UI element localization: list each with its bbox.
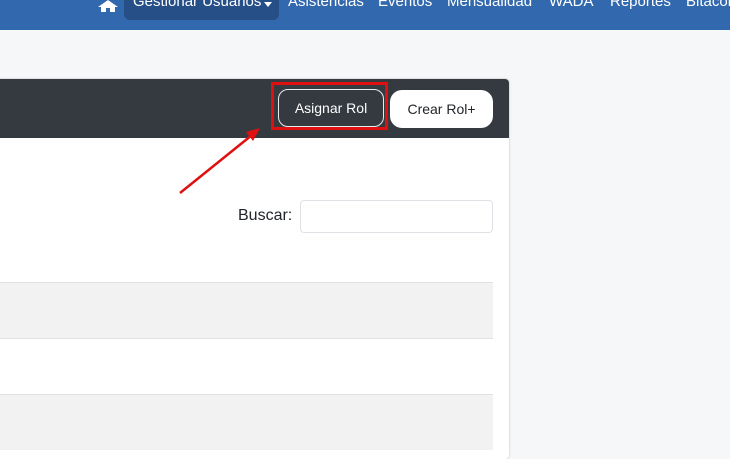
- top-navbar: Gestionar Usuarios Asistencias Eventos M…: [0, 0, 730, 30]
- create-role-button[interactable]: Crear Rol+: [390, 90, 493, 128]
- home-icon[interactable]: [98, 0, 118, 12]
- highlight-annotation-box: [271, 82, 388, 130]
- nav-item-reportes[interactable]: Reportes: [610, 0, 671, 11]
- table-row: [0, 338, 493, 394]
- nav-item-mensualidad[interactable]: Mensualidad: [447, 0, 532, 11]
- nav-item-bitacora[interactable]: Bitacor: [686, 0, 730, 11]
- search-input[interactable]: [300, 200, 493, 233]
- nav-item-eventos[interactable]: Eventos: [378, 0, 432, 11]
- chevron-down-icon: [264, 2, 272, 7]
- table-row: [0, 394, 493, 450]
- nav-item-asistencias[interactable]: Asistencias: [288, 0, 364, 11]
- search-label: Buscar:: [238, 207, 293, 224]
- table-row: [0, 282, 493, 338]
- nav-item-wada[interactable]: WADA: [549, 0, 593, 11]
- nav-item-gestionar-usuarios[interactable]: Gestionar Usuarios: [133, 0, 261, 11]
